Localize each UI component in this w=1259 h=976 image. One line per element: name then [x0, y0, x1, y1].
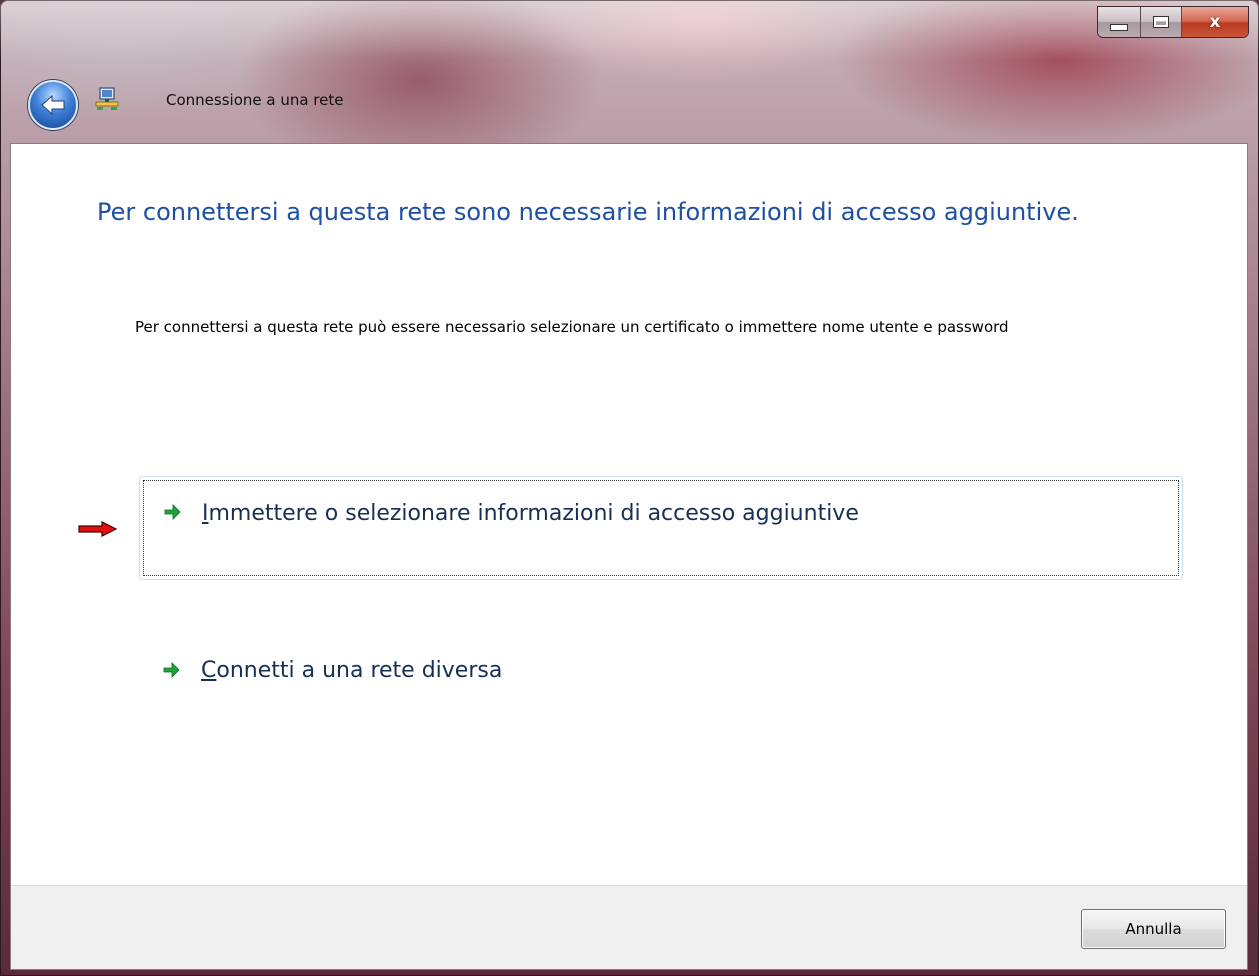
dialog-client-area: Per connettersi a questa rete sono neces… — [10, 143, 1248, 970]
green-arrow-icon — [163, 662, 180, 678]
page-description: Per connettersi a questa rete può essere… — [135, 318, 1009, 336]
dialog-footer: Annulla — [11, 885, 1247, 969]
option-label-text: onnetti a una rete diversa — [216, 657, 503, 683]
accesskey-letter: C — [201, 657, 217, 683]
red-pointer-arrow-icon — [78, 521, 118, 537]
green-arrow-icon — [164, 504, 181, 520]
minimize-icon — [1110, 23, 1128, 31]
close-button[interactable]: x — [1182, 7, 1248, 37]
maximize-button[interactable] — [1141, 7, 1182, 37]
caption-buttons: x — [1097, 6, 1249, 38]
option-connect-different-network[interactable]: Connetti a una rete diversa — [161, 650, 502, 690]
cancel-button[interactable]: Annulla — [1081, 909, 1226, 949]
maximize-icon — [1153, 16, 1169, 28]
window-title: Connessione a una rete — [166, 91, 344, 109]
minimize-button[interactable] — [1098, 7, 1141, 37]
close-icon: x — [1209, 12, 1221, 32]
option-label: Connetti a una rete diversa — [201, 658, 502, 683]
option-label: Immettere o selezionare informazioni di … — [202, 501, 859, 526]
option-label-text: mmettere o selezionare informazioni di a… — [208, 501, 859, 526]
back-button[interactable] — [28, 80, 78, 130]
page-heading: Per connettersi a questa rete sono neces… — [97, 198, 1079, 226]
dialog-window: x Connessione a una rete Per connettersi… — [0, 0, 1259, 976]
back-arrow-icon — [41, 94, 65, 116]
focus-ring — [143, 480, 1179, 576]
network-connection-icon — [95, 87, 119, 110]
option-enter-credentials[interactable]: Immettere o selezionare informazioni di … — [139, 476, 1183, 580]
